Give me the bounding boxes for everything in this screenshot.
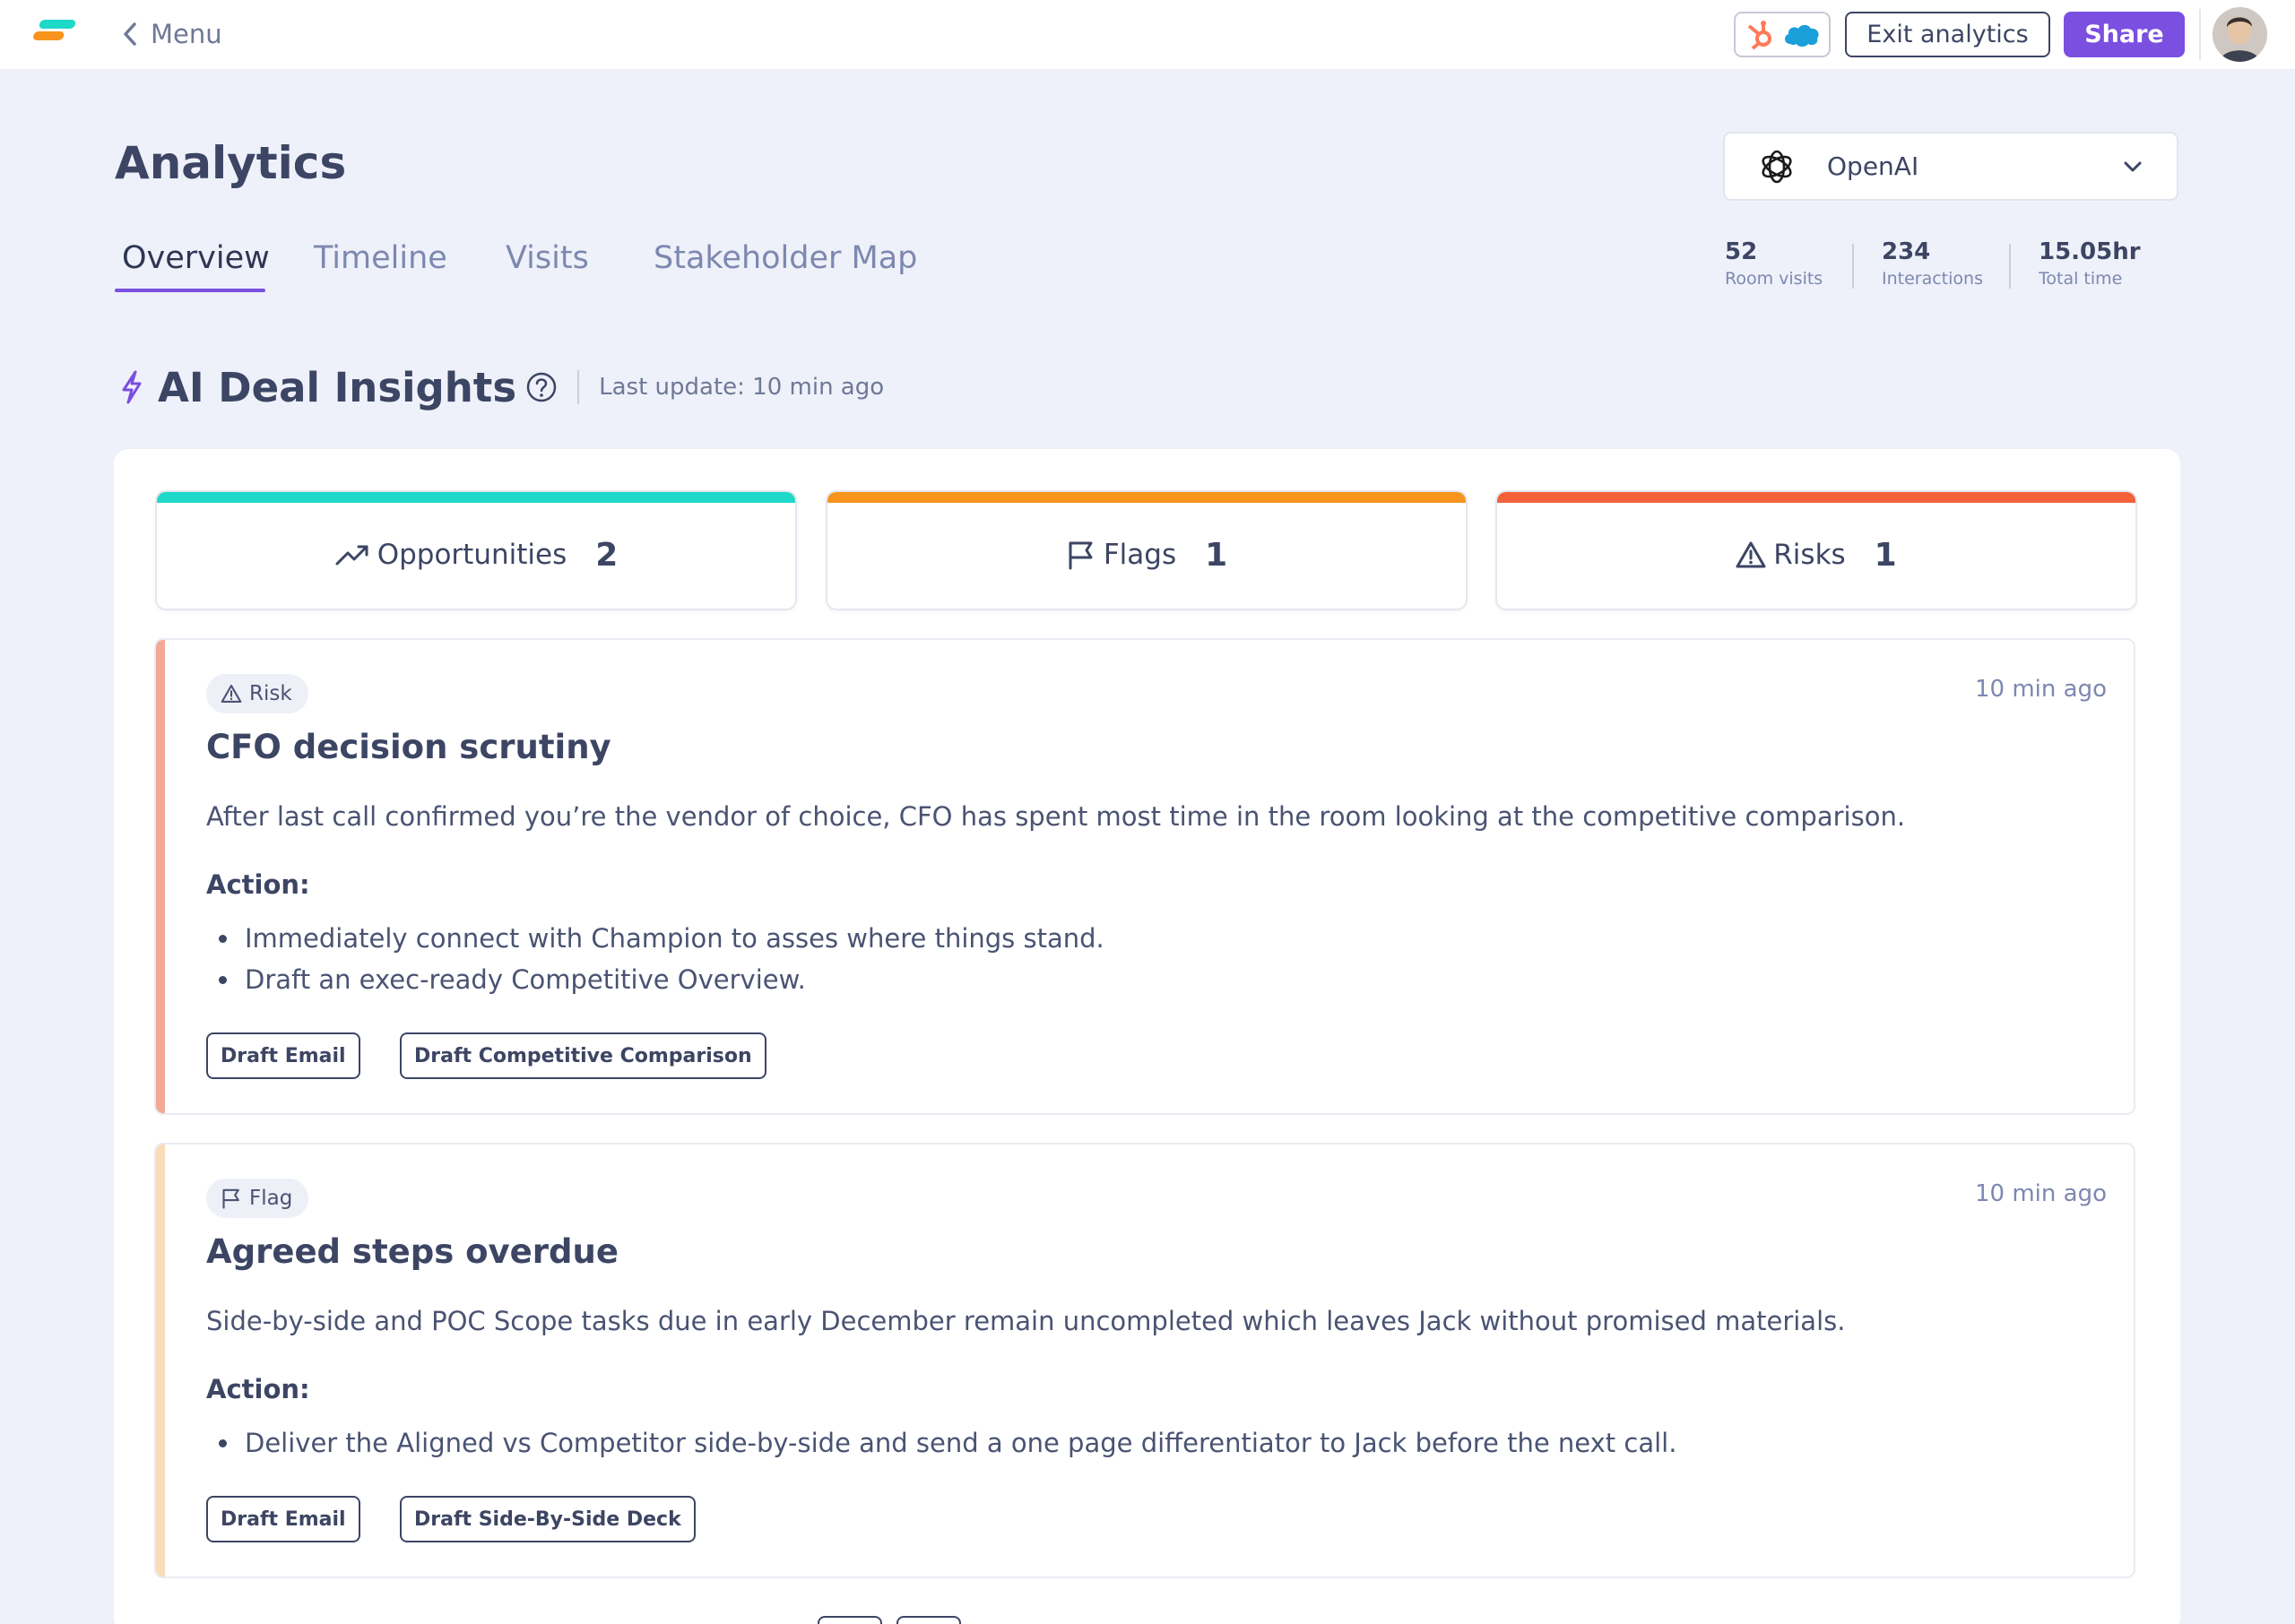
- risk-badge: Risk: [206, 674, 308, 713]
- avatar-image: [2213, 7, 2267, 62]
- badge-label: Flag: [249, 1187, 293, 1210]
- flag-icon: [222, 1188, 239, 1209]
- summary-label: Flags: [1103, 539, 1177, 571]
- stat-label: Interactions: [1882, 269, 1983, 289]
- insight-title: CFO decision scrutiny: [206, 728, 611, 766]
- opportunities-summary[interactable]: Opportunities 2: [155, 490, 797, 610]
- active-tab-indicator: [115, 289, 265, 292]
- draft-email-button[interactable]: Draft Email: [206, 1032, 360, 1079]
- draft-email-button[interactable]: Draft Email: [206, 1496, 360, 1542]
- pager-button[interactable]: [818, 1616, 882, 1624]
- flags-bar: [827, 492, 1466, 503]
- stat-room-visits: 52 Room visits: [1725, 238, 1823, 289]
- company-select[interactable]: OpenAI: [1723, 132, 2178, 201]
- insight-card-risk: Risk 10 min ago CFO decision scrutiny Af…: [154, 638, 2135, 1115]
- draft-competitive-comparison-button[interactable]: Draft Competitive Comparison: [400, 1032, 766, 1079]
- action-heading: Action:: [206, 869, 310, 900]
- insights-card: Opportunities 2 Flags 1 Risks 1 Risk 10 …: [114, 449, 2180, 1624]
- warning-icon: [221, 685, 242, 703]
- flag-icon: [1069, 541, 1093, 570]
- stat-value: 234: [1882, 238, 1931, 265]
- page-title: Analytics: [115, 137, 347, 189]
- stat-divider: [1852, 244, 1854, 289]
- stat-interactions: 234 Interactions: [1882, 238, 1983, 289]
- lightning-icon: [122, 370, 142, 404]
- summary-count: 1: [1874, 536, 1897, 574]
- insights-header: AI Deal Insights Last update: 10 min ago: [118, 358, 884, 416]
- insight-stripe: [156, 1145, 165, 1576]
- topbar-divider: [2199, 9, 2201, 60]
- salesforce-icon: [1785, 24, 1819, 47]
- insight-stripe: [156, 640, 165, 1113]
- warning-icon: [1736, 541, 1766, 568]
- crm-integrations-button[interactable]: [1734, 12, 1831, 57]
- tab-visits[interactable]: Visits: [506, 240, 589, 276]
- summary-label: Opportunities: [377, 539, 567, 571]
- menu-back-button[interactable]: Menu: [122, 16, 222, 52]
- insight-card-flag: Flag 10 min ago Agreed steps overdue Sid…: [154, 1143, 2135, 1578]
- company-name: OpenAI: [1827, 151, 1919, 181]
- stat-divider: [2009, 244, 2011, 289]
- share-button[interactable]: Share: [2064, 12, 2185, 57]
- list-item: Draft an exec-ready Competitive Overview…: [206, 959, 1104, 1000]
- summary-label: Risks: [1773, 539, 1846, 571]
- risks-summary[interactable]: Risks 1: [1495, 490, 2137, 610]
- stat-label: Total time: [2039, 269, 2123, 289]
- header-divider: [577, 370, 580, 404]
- insight-time: 10 min ago: [1975, 1180, 2107, 1207]
- flags-summary[interactable]: Flags 1: [826, 490, 1468, 610]
- trending-up-icon: [335, 545, 368, 566]
- list-item: Deliver the Aligned vs Competitor side-b…: [206, 1422, 1676, 1464]
- last-update: Last update: 10 min ago: [599, 374, 885, 401]
- summary-count: 1: [1205, 536, 1228, 574]
- insight-description: Side-by-side and POC Scope tasks due in …: [206, 1306, 1846, 1336]
- insight-description: After last call confirmed you’re the ven…: [206, 801, 1906, 832]
- insights-title: AI Deal Insights: [158, 363, 517, 411]
- insight-time: 10 min ago: [1975, 676, 2107, 703]
- pager-button[interactable]: [896, 1616, 961, 1624]
- summary-count: 2: [595, 536, 619, 574]
- list-item: Immediately connect with Champion to ass…: [206, 918, 1104, 959]
- user-avatar[interactable]: [2213, 7, 2267, 62]
- stat-value: 15.05hr: [2039, 238, 2141, 265]
- hubspot-icon: [1747, 20, 1771, 50]
- insight-title: Agreed steps overdue: [206, 1232, 619, 1271]
- menu-label: Menu: [151, 19, 222, 49]
- tab-overview[interactable]: Overview: [122, 240, 270, 276]
- tab-timeline[interactable]: Timeline: [314, 240, 447, 276]
- app-logo[interactable]: [33, 20, 78, 48]
- action-list: Immediately connect with Champion to ass…: [206, 918, 1104, 1000]
- help-icon[interactable]: [525, 371, 558, 403]
- badge-label: Risk: [249, 682, 292, 705]
- exit-analytics-button[interactable]: Exit analytics: [1845, 12, 2050, 57]
- action-list: Deliver the Aligned vs Competitor side-b…: [206, 1422, 1676, 1464]
- tab-stakeholder-map[interactable]: Stakeholder Map: [654, 240, 917, 276]
- flag-badge: Flag: [206, 1179, 309, 1218]
- openai-icon: [1762, 150, 1792, 183]
- stat-total-time: 15.05hr Total time: [2039, 238, 2141, 289]
- opportunities-bar: [157, 492, 795, 503]
- chevron-down-icon: [2124, 161, 2142, 171]
- risks-bar: [1497, 492, 2135, 503]
- draft-side-by-side-deck-button[interactable]: Draft Side-By-Side Deck: [400, 1496, 696, 1542]
- action-heading: Action:: [206, 1374, 310, 1404]
- top-bar: Menu Exit analytics Share: [0, 0, 2295, 69]
- stat-value: 52: [1725, 238, 1758, 265]
- stat-label: Room visits: [1725, 269, 1823, 289]
- chevron-left-icon: [124, 22, 136, 46]
